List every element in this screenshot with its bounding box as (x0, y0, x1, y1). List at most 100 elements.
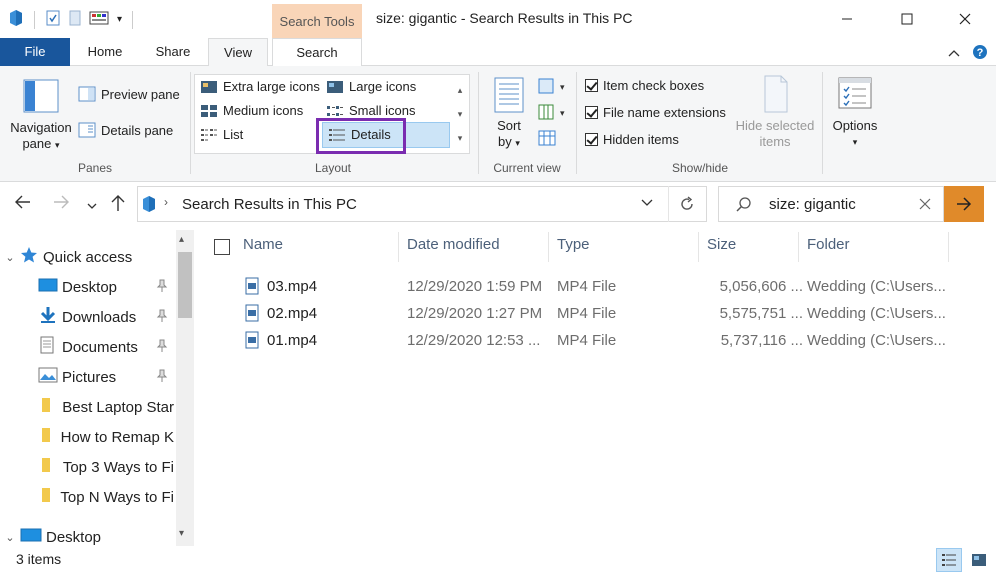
column-header-date-modified[interactable]: Date modified (407, 236, 500, 253)
search-input[interactable]: size: gigantic (769, 196, 856, 213)
nav-folder-top-n-ways[interactable]: Top N Ways to Fi (38, 482, 174, 512)
clear-search-icon[interactable] (918, 197, 932, 214)
search-go-button[interactable] (944, 186, 984, 222)
customize-qat-icon[interactable]: ▾ (117, 14, 122, 25)
breadcrumb-chevron-icon[interactable]: › (164, 195, 168, 209)
forward-button[interactable] (52, 194, 70, 215)
navigation-pane: ⌄ Quick access Desktop Downloads Documen… (0, 230, 195, 546)
hidden-items-checkbox[interactable] (585, 133, 598, 146)
medium-icons-option[interactable]: Medium icons (200, 103, 303, 118)
size-columns-button[interactable] (538, 130, 558, 151)
table-row[interactable]: 03.mp4 12/29/2020 1:59 PM MP4 File 5,056… (205, 273, 950, 300)
desktop-icon (20, 527, 46, 546)
tab-file[interactable]: File (0, 38, 70, 66)
tab-search[interactable]: Search (272, 38, 362, 67)
sort-by-button[interactable]: Sort by ▾ (486, 76, 532, 151)
nav-downloads[interactable]: Downloads (38, 302, 174, 332)
pin-icon[interactable] (156, 339, 168, 356)
options-button[interactable]: Options ▾ (826, 76, 884, 150)
back-button[interactable] (14, 194, 32, 215)
nav-documents[interactable]: Documents (38, 332, 174, 362)
file-folder: Wedding (C:\Users... (807, 305, 946, 322)
column-header-name[interactable]: Name (243, 236, 283, 253)
ribbon-tab-row: File Home Share View Search ? (0, 38, 996, 67)
search-tools-context-tab: Search Tools (272, 4, 362, 38)
documents-icon (38, 336, 62, 358)
up-button[interactable] (110, 194, 126, 217)
small-icons-option[interactable]: Small icons (326, 103, 415, 118)
forward-arrow-icon (54, 195, 69, 209)
item-check-boxes-toggle[interactable]: Item check boxes (585, 78, 704, 93)
group-by-button[interactable]: ▾ (538, 78, 566, 99)
collapse-ribbon-icon[interactable] (948, 46, 960, 61)
new-folder-icon[interactable] (67, 9, 83, 30)
layout-scroll-arrows[interactable]: ▴ ▾ ▾ (454, 78, 466, 150)
large-icons-view-toggle[interactable] (966, 548, 992, 572)
current-view-group-label: Current view (493, 161, 561, 175)
minimize-button[interactable] (824, 0, 870, 38)
expand-chevron-icon[interactable]: ⌄ (0, 531, 20, 544)
folder-icon (38, 486, 60, 508)
tab-home[interactable]: Home (78, 38, 132, 66)
explorer-icon (8, 9, 24, 30)
column-header-folder[interactable]: Folder (807, 236, 850, 253)
small-icons-icon (327, 105, 343, 116)
details-view-toggle[interactable] (936, 548, 962, 572)
minimize-icon (842, 18, 852, 20)
properties-icon[interactable] (45, 9, 61, 30)
address-path[interactable]: Search Results in This PC (182, 196, 357, 213)
nav-quick-access[interactable]: ⌄ Quick access (0, 242, 178, 272)
details-pane-button[interactable]: Details pane (78, 122, 173, 138)
help-icon[interactable]: ? (972, 44, 988, 63)
refresh-icon[interactable] (678, 195, 696, 216)
address-dropdown-icon[interactable] (640, 197, 654, 212)
item-check-boxes-checkbox[interactable] (585, 79, 598, 92)
folder-icon (38, 456, 63, 478)
large-icons-option[interactable]: Large icons (326, 79, 416, 94)
scroll-down-icon[interactable]: ▾ (179, 528, 184, 539)
select-all-checkbox[interactable] (214, 239, 230, 258)
large-icons-icon (327, 80, 343, 93)
options-icon (838, 77, 872, 109)
expand-chevron-icon[interactable]: ⌄ (0, 251, 20, 264)
preview-pane-icon (78, 86, 96, 102)
pin-icon[interactable] (156, 279, 168, 296)
table-row[interactable]: 02.mp4 12/29/2020 1:27 PM MP4 File 5,575… (205, 300, 950, 327)
preview-pane-button[interactable]: Preview pane (78, 86, 180, 102)
list-option[interactable]: List (200, 127, 243, 142)
hide-selected-items-button[interactable]: Hide selected items (732, 74, 818, 150)
nav-pane-scroll-thumb[interactable] (178, 252, 192, 318)
close-button[interactable] (942, 0, 988, 38)
scroll-up-icon[interactable]: ▴ (179, 234, 184, 245)
search-icon (735, 196, 753, 217)
search-results-icon (141, 195, 157, 216)
file-name: 02.mp4 (267, 305, 318, 322)
file-type: MP4 File (557, 332, 617, 349)
nav-folder-top-3-ways[interactable]: Top 3 Ways to Fi (38, 452, 174, 482)
table-row[interactable]: 01.mp4 12/29/2020 12:53 ... MP4 File 5,7… (205, 327, 950, 354)
pictures-icon (38, 367, 62, 387)
tab-share[interactable]: Share (146, 38, 200, 66)
nav-folder-how-to-remap[interactable]: How to Remap K (38, 422, 174, 452)
navigation-pane-button[interactable]: Navigation pane ▾ (6, 78, 76, 153)
view-dropdown-icon[interactable] (89, 9, 111, 30)
nav-desktop-pinned[interactable]: Desktop (38, 272, 174, 302)
hidden-items-toggle[interactable]: Hidden items (585, 132, 679, 147)
nav-pictures[interactable]: Pictures (38, 362, 174, 392)
file-folder: Wedding (C:\Users... (807, 332, 946, 349)
maximize-button[interactable] (884, 0, 930, 38)
extra-large-icons-option[interactable]: Extra large icons (200, 79, 320, 94)
arrow-right-icon (957, 197, 972, 211)
pin-icon[interactable] (156, 369, 168, 386)
column-header-type[interactable]: Type (557, 236, 590, 253)
pin-icon[interactable] (156, 309, 168, 326)
add-columns-button[interactable]: ▾ (538, 104, 566, 125)
large-icons-view-icon (972, 554, 986, 566)
file-name-extensions-toggle[interactable]: File name extensions (585, 105, 726, 120)
nav-desktop-root[interactable]: ⌄ Desktop (0, 522, 178, 546)
column-header-size[interactable]: Size (707, 236, 736, 253)
tab-view[interactable]: View (208, 38, 268, 67)
recent-locations-button[interactable] (86, 196, 98, 217)
file-name-extensions-checkbox[interactable] (585, 106, 598, 119)
nav-folder-best-laptop[interactable]: Best Laptop Star (38, 392, 174, 422)
